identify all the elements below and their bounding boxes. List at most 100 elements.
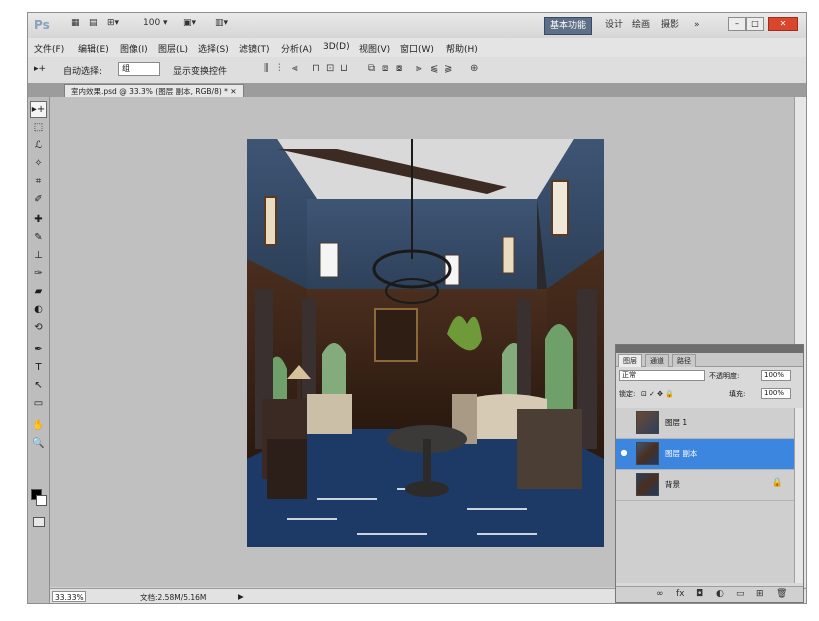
trash-icon[interactable]: 🗑	[776, 589, 787, 599]
align-hcenter-icon[interactable]: ⊡	[326, 63, 334, 74]
document-image[interactable]	[247, 139, 604, 547]
menu-window[interactable]: 窗口(W)	[400, 42, 434, 55]
tab-channels[interactable]: 通道	[645, 354, 669, 367]
align-top-icon[interactable]: ⫼	[264, 63, 269, 74]
layer-visibility-toggle[interactable]	[618, 417, 630, 429]
shape-tool-icon[interactable]: ▭	[30, 395, 47, 412]
type-tool-icon[interactable]: T	[30, 359, 47, 376]
align-right-icon[interactable]: ⊔	[340, 63, 348, 74]
show-transform-controls-checkbox[interactable]: 显示变换控件	[173, 64, 227, 77]
panel-title-bar[interactable]	[616, 345, 803, 353]
layer-row-layer-copy[interactable]: ● 图层 副本	[616, 439, 795, 470]
link-layers-icon[interactable]: ∞	[656, 589, 664, 599]
menu-filter[interactable]: 滤镜(T)	[239, 42, 270, 55]
distribute-vcenter-icon[interactable]: ⧈	[382, 63, 388, 74]
distribute-left-icon[interactable]: ⫸	[416, 63, 422, 74]
zoom-tool-icon[interactable]: 🔍	[30, 435, 47, 452]
workspace-essentials[interactable]: 基本功能	[544, 17, 593, 35]
distribute-bottom-icon[interactable]: ⧇	[396, 63, 402, 74]
menu-image[interactable]: 图像(I)	[120, 42, 148, 55]
document-tab[interactable]: 室内效果.psd @ 33.3% (图层 副本, RGB/8) * ✕	[64, 84, 244, 98]
auto-select-dropdown[interactable]: 组	[118, 62, 160, 76]
opacity-input[interactable]: 100%	[761, 370, 791, 381]
layer-visibility-toggle[interactable]	[618, 479, 630, 491]
distribute-top-icon[interactable]: ⧉	[368, 63, 375, 74]
history-brush-tool-icon[interactable]: ✑	[30, 265, 47, 282]
layers-panel-footer: ∞ fx ◘ ◐ ▭ ⊞ 🗑	[616, 586, 803, 602]
fill-input[interactable]: 100%	[761, 388, 791, 399]
tab-layers[interactable]: 图层	[618, 354, 642, 367]
healing-brush-tool-icon[interactable]: ✚	[30, 211, 47, 228]
eye-icon[interactable]: ●	[618, 448, 630, 460]
eraser-tool-icon[interactable]: ▰	[30, 283, 47, 300]
menu-layer[interactable]: 图层(L)	[158, 42, 188, 55]
lock-row: 锁定: ⊡ ✓ ✥ 🔒 填充: 100%	[619, 387, 800, 401]
layer-thumbnail	[636, 442, 659, 465]
document-size-info[interactable]: 文档:2.58M/5.16M	[140, 592, 206, 603]
align-bottom-icon[interactable]: ⫷	[292, 63, 298, 74]
layer-name[interactable]: 图层 副本	[665, 448, 697, 459]
new-group-icon[interactable]: ▭	[736, 589, 745, 599]
ps-logo: Ps	[34, 18, 50, 32]
minimize-button[interactable]: –	[728, 17, 746, 31]
layer-name[interactable]: 图层 1	[665, 417, 687, 428]
layer-thumbnail	[636, 411, 659, 434]
launch-mini-bridge-button[interactable]: ▤	[86, 18, 101, 32]
menu-select[interactable]: 选择(S)	[198, 42, 229, 55]
layer-row-background[interactable]: 背景 🔒	[616, 470, 795, 501]
menu-file[interactable]: 文件(F)	[34, 42, 64, 55]
distribute-hcenter-icon[interactable]: ⫹	[430, 63, 438, 74]
distribute-right-icon[interactable]: ⫺	[444, 63, 452, 74]
align-left-icon[interactable]: ⊓	[312, 63, 320, 74]
pen-tool-icon[interactable]: ✒	[30, 341, 47, 358]
more-workspaces-button[interactable]: »	[694, 17, 700, 33]
blend-mode-select[interactable]: 正常	[619, 370, 705, 381]
layer-name[interactable]: 背景	[665, 479, 680, 490]
document-tab-bar: 室内效果.psd @ 33.3% (图层 副本, RGB/8) * ✕	[28, 83, 806, 98]
close-window-button[interactable]: ✕	[768, 17, 798, 31]
layer-style-icon[interactable]: fx	[676, 589, 685, 599]
status-menu-arrow[interactable]: ▶	[238, 592, 244, 601]
application-bar: Ps ▦ ▤ ⊞▾ 100 ▾ ▣▾ ▥▾ 基本功能 设计 绘画 摄影 » – …	[28, 13, 806, 39]
menu-analysis[interactable]: 分析(A)	[281, 42, 312, 55]
gradient-tool-icon[interactable]: ◐	[30, 301, 47, 318]
workspace-photography[interactable]: 摄影	[661, 17, 679, 33]
view-extras-button[interactable]: ⊞▾	[104, 18, 122, 32]
lasso-tool-icon[interactable]: ℒ	[30, 137, 47, 154]
screen-mode-button[interactable]: ▥▾	[212, 18, 231, 32]
layer-row-layer-1[interactable]: 图层 1	[616, 408, 795, 439]
quick-select-tool-icon[interactable]: ✧	[30, 155, 47, 172]
quick-mask-icon[interactable]	[33, 517, 45, 527]
zoom-level-select[interactable]: 100 ▾	[140, 18, 171, 32]
workspace-painting[interactable]: 绘画	[632, 17, 650, 33]
eyedropper-tool-icon[interactable]: ✐	[30, 191, 47, 208]
new-layer-icon[interactable]: ⊞	[756, 589, 764, 599]
layer-list-scrollbar[interactable]	[794, 408, 803, 583]
path-selection-tool-icon[interactable]: ↖	[30, 377, 47, 394]
align-vcenter-icon[interactable]: ⫶	[278, 63, 281, 74]
background-color-swatch[interactable]	[36, 495, 47, 506]
move-tool-icon[interactable]: ▸+	[30, 101, 47, 118]
auto-align-layers-icon[interactable]: ⊕	[470, 63, 478, 74]
add-mask-icon[interactable]: ◘	[696, 589, 703, 599]
auto-select-checkbox[interactable]: 自动选择:	[63, 64, 102, 77]
hand-tool-icon[interactable]: ✋	[30, 417, 47, 434]
brush-tool-icon[interactable]: ✎	[30, 229, 47, 246]
clone-stamp-tool-icon[interactable]: ⊥	[30, 247, 47, 264]
crop-tool-icon[interactable]: ⌗	[30, 173, 47, 190]
maximize-button[interactable]: □	[746, 17, 764, 31]
launch-bridge-button[interactable]: ▦	[68, 18, 83, 32]
adjustment-layer-icon[interactable]: ◐	[716, 589, 724, 599]
tab-paths[interactable]: 路径	[672, 354, 696, 367]
current-tool-icon[interactable]: ▸+	[34, 64, 46, 74]
menu-3d[interactable]: 3D(D)	[323, 42, 350, 52]
workspace-design[interactable]: 设计	[605, 17, 623, 33]
marquee-tool-icon[interactable]: ⬚	[30, 119, 47, 136]
lock-options-icons[interactable]: ⊡ ✓ ✥ 🔒	[641, 387, 674, 401]
menu-edit[interactable]: 编辑(E)	[78, 42, 109, 55]
menu-view[interactable]: 视图(V)	[359, 42, 390, 55]
dodge-tool-icon[interactable]: ⟲	[30, 319, 47, 336]
zoom-percentage-field[interactable]: 33.33%	[52, 591, 86, 602]
menu-help[interactable]: 帮助(H)	[446, 42, 478, 55]
arrange-documents-button[interactable]: ▣▾	[180, 18, 199, 32]
